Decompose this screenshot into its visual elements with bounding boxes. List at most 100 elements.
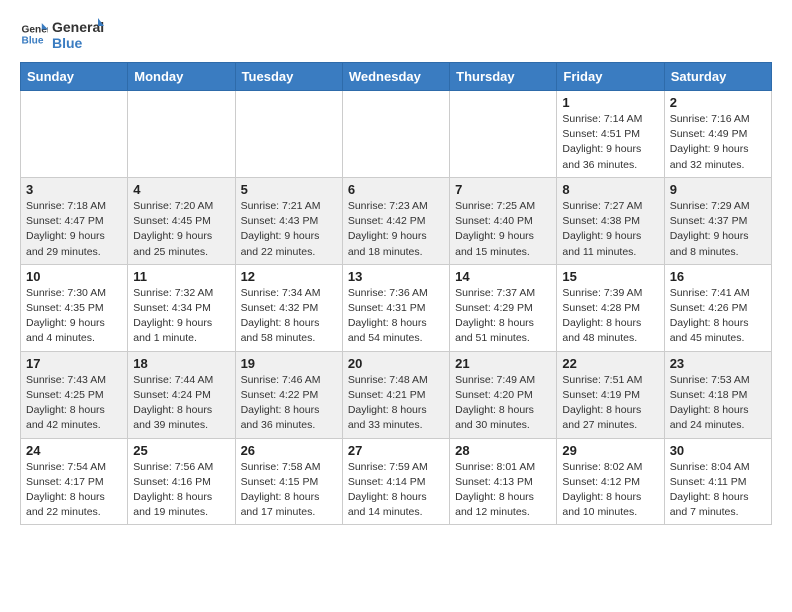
day-number: 5	[241, 182, 337, 197]
calendar-cell: 30 Sunrise: 8:04 AM Sunset: 4:11 PM Dayli…	[664, 438, 771, 525]
day-number: 8	[562, 182, 658, 197]
calendar-cell: 26 Sunrise: 7:58 AM Sunset: 4:15 PM Dayli…	[235, 438, 342, 525]
day-number: 18	[133, 356, 229, 371]
day-info: Sunrise: 7:36 AM Sunset: 4:31 PM Dayligh…	[348, 286, 444, 347]
calendar-cell: 17 Sunrise: 7:43 AM Sunset: 4:25 PM Dayli…	[21, 351, 128, 438]
calendar-week-row: 10Sunrise: 7:30 AM Sunset: 4:35 PM Dayli…	[21, 264, 772, 351]
day-info: Sunrise: 7:23 AM Sunset: 4:42 PM Dayligh…	[348, 199, 444, 260]
day-number: 19	[241, 356, 337, 371]
day-number: 1	[562, 95, 658, 110]
calendar-cell: 15 Sunrise: 7:39 AM Sunset: 4:28 PM Dayli…	[557, 264, 664, 351]
day-number: 6	[348, 182, 444, 197]
day-info: Sunrise: 7:14 AM Sunset: 4:51 PM Dayligh…	[562, 112, 658, 173]
day-number: 29	[562, 443, 658, 458]
day-info: Sunrise: 7:53 AM Sunset: 4:18 PM Dayligh…	[670, 373, 766, 434]
day-info: Sunrise: 7:49 AM Sunset: 4:20 PM Dayligh…	[455, 373, 551, 434]
day-info: Sunrise: 7:32 AM Sunset: 4:34 PM Dayligh…	[133, 286, 229, 347]
calendar-cell: 9Sunrise: 7:29 AM Sunset: 4:37 PM Daylig…	[664, 177, 771, 264]
day-number: 14	[455, 269, 551, 284]
calendar-cell: 25Sunrise: 7:56 AM Sunset: 4:16 PM Dayli…	[128, 438, 235, 525]
day-info: Sunrise: 7:21 AM Sunset: 4:43 PM Dayligh…	[241, 199, 337, 260]
svg-text:Blue: Blue	[52, 35, 83, 51]
calendar-cell: 11Sunrise: 7:32 AM Sunset: 4:34 PM Dayli…	[128, 264, 235, 351]
day-number: 17	[26, 356, 122, 371]
calendar-cell: 13 Sunrise: 7:36 AM Sunset: 4:31 PM Dayli…	[342, 264, 449, 351]
day-info: Sunrise: 8:02 AM Sunset: 4:12 PM Dayligh…	[562, 460, 658, 521]
logo-svg: General Blue	[52, 16, 104, 52]
day-info: Sunrise: 7:25 AM Sunset: 4:40 PM Dayligh…	[455, 199, 551, 260]
day-info: Sunrise: 8:01 AM Sunset: 4:13 PM Dayligh…	[455, 460, 551, 521]
calendar-cell: 29 Sunrise: 8:02 AM Sunset: 4:12 PM Dayli…	[557, 438, 664, 525]
day-number: 9	[670, 182, 766, 197]
day-info: Sunrise: 8:04 AM Sunset: 4:11 PM Dayligh…	[670, 460, 766, 521]
calendar-cell: 1 Sunrise: 7:14 AM Sunset: 4:51 PM Daylig…	[557, 91, 664, 178]
day-info: Sunrise: 7:41 AM Sunset: 4:26 PM Dayligh…	[670, 286, 766, 347]
day-info: Sunrise: 7:59 AM Sunset: 4:14 PM Dayligh…	[348, 460, 444, 521]
calendar-cell	[21, 91, 128, 178]
day-number: 3	[26, 182, 122, 197]
calendar-week-row: 17 Sunrise: 7:43 AM Sunset: 4:25 PM Dayli…	[21, 351, 772, 438]
weekday-header-row: SundayMondayTuesdayWednesdayThursdayFrid…	[21, 63, 772, 91]
calendar-week-row: 24Sunrise: 7:54 AM Sunset: 4:17 PM Dayli…	[21, 438, 772, 525]
calendar-cell: 27Sunrise: 7:59 AM Sunset: 4:14 PM Dayli…	[342, 438, 449, 525]
weekday-header: Sunday	[21, 63, 128, 91]
svg-text:Blue: Blue	[22, 35, 44, 46]
calendar-cell: 4 Sunrise: 7:20 AM Sunset: 4:45 PM Daylig…	[128, 177, 235, 264]
day-info: Sunrise: 7:58 AM Sunset: 4:15 PM Dayligh…	[241, 460, 337, 521]
calendar-cell: 10Sunrise: 7:30 AM Sunset: 4:35 PM Dayli…	[21, 264, 128, 351]
day-number: 30	[670, 443, 766, 458]
svg-text:General: General	[52, 19, 104, 35]
calendar-cell: 3 Sunrise: 7:18 AM Sunset: 4:47 PM Daylig…	[21, 177, 128, 264]
weekday-header: Saturday	[664, 63, 771, 91]
day-number: 2	[670, 95, 766, 110]
calendar-cell: 18 Sunrise: 7:44 AM Sunset: 4:24 PM Dayli…	[128, 351, 235, 438]
day-number: 15	[562, 269, 658, 284]
calendar-cell: 14Sunrise: 7:37 AM Sunset: 4:29 PM Dayli…	[450, 264, 557, 351]
day-info: Sunrise: 7:27 AM Sunset: 4:38 PM Dayligh…	[562, 199, 658, 260]
calendar-table: SundayMondayTuesdayWednesdayThursdayFrid…	[20, 62, 772, 525]
calendar-cell: 24Sunrise: 7:54 AM Sunset: 4:17 PM Dayli…	[21, 438, 128, 525]
weekday-header: Monday	[128, 63, 235, 91]
calendar-cell: 5 Sunrise: 7:21 AM Sunset: 4:43 PM Daylig…	[235, 177, 342, 264]
calendar-cell: 23 Sunrise: 7:53 AM Sunset: 4:18 PM Dayli…	[664, 351, 771, 438]
calendar-cell: 2Sunrise: 7:16 AM Sunset: 4:49 PM Daylig…	[664, 91, 771, 178]
logo: General Blue General Blue	[20, 16, 104, 52]
day-number: 16	[670, 269, 766, 284]
day-number: 20	[348, 356, 444, 371]
calendar-cell	[128, 91, 235, 178]
calendar-cell: 28 Sunrise: 8:01 AM Sunset: 4:13 PM Dayli…	[450, 438, 557, 525]
day-info: Sunrise: 7:43 AM Sunset: 4:25 PM Dayligh…	[26, 373, 122, 434]
calendar-cell: 7 Sunrise: 7:25 AM Sunset: 4:40 PM Daylig…	[450, 177, 557, 264]
day-number: 7	[455, 182, 551, 197]
day-number: 4	[133, 182, 229, 197]
day-info: Sunrise: 7:39 AM Sunset: 4:28 PM Dayligh…	[562, 286, 658, 347]
calendar-cell: 6 Sunrise: 7:23 AM Sunset: 4:42 PM Daylig…	[342, 177, 449, 264]
day-number: 25	[133, 443, 229, 458]
header: General Blue General Blue	[20, 16, 772, 52]
page: General Blue General Blue Sunda	[0, 0, 792, 541]
day-info: Sunrise: 7:48 AM Sunset: 4:21 PM Dayligh…	[348, 373, 444, 434]
calendar-cell: 19Sunrise: 7:46 AM Sunset: 4:22 PM Dayli…	[235, 351, 342, 438]
weekday-header: Tuesday	[235, 63, 342, 91]
logo-icon: General Blue	[20, 20, 48, 48]
day-number: 28	[455, 443, 551, 458]
calendar-cell: 16 Sunrise: 7:41 AM Sunset: 4:26 PM Dayli…	[664, 264, 771, 351]
day-info: Sunrise: 7:34 AM Sunset: 4:32 PM Dayligh…	[241, 286, 337, 347]
day-info: Sunrise: 7:20 AM Sunset: 4:45 PM Dayligh…	[133, 199, 229, 260]
calendar-cell: 21Sunrise: 7:49 AM Sunset: 4:20 PM Dayli…	[450, 351, 557, 438]
calendar-cell	[342, 91, 449, 178]
day-number: 23	[670, 356, 766, 371]
day-number: 13	[348, 269, 444, 284]
calendar-cell: 20 Sunrise: 7:48 AM Sunset: 4:21 PM Dayli…	[342, 351, 449, 438]
calendar-cell: 8 Sunrise: 7:27 AM Sunset: 4:38 PM Daylig…	[557, 177, 664, 264]
day-number: 26	[241, 443, 337, 458]
weekday-header: Friday	[557, 63, 664, 91]
day-info: Sunrise: 7:44 AM Sunset: 4:24 PM Dayligh…	[133, 373, 229, 434]
day-number: 22	[562, 356, 658, 371]
day-info: Sunrise: 7:18 AM Sunset: 4:47 PM Dayligh…	[26, 199, 122, 260]
calendar-week-row: 1 Sunrise: 7:14 AM Sunset: 4:51 PM Daylig…	[21, 91, 772, 178]
calendar-week-row: 3 Sunrise: 7:18 AM Sunset: 4:47 PM Daylig…	[21, 177, 772, 264]
day-number: 12	[241, 269, 337, 284]
day-number: 10	[26, 269, 122, 284]
calendar-cell: 22Sunrise: 7:51 AM Sunset: 4:19 PM Dayli…	[557, 351, 664, 438]
